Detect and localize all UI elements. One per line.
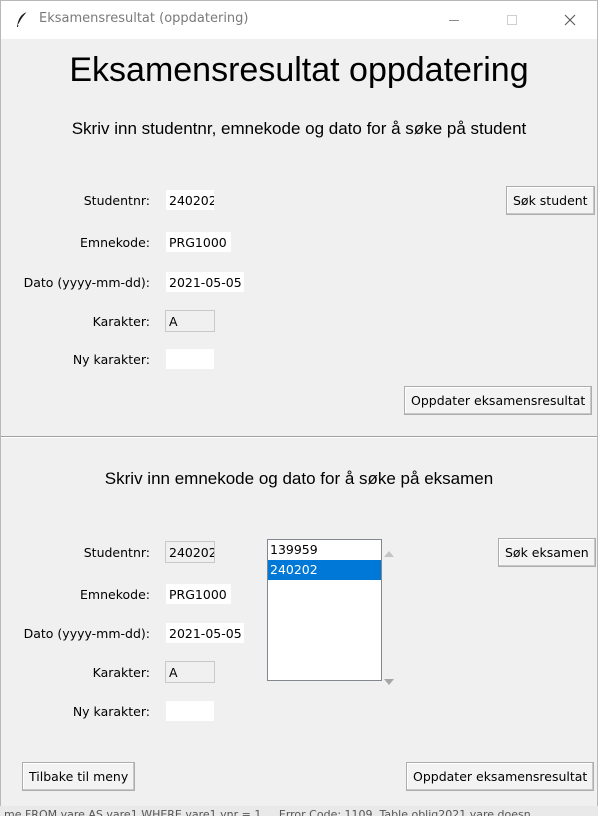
update-exam-result-button[interactable]: Oppdater eksamensresultat [406, 762, 595, 791]
emnekode-input[interactable]: PRG1000 [165, 231, 232, 253]
maximize-button[interactable] [489, 1, 535, 39]
listbox-scrollbar[interactable] [382, 539, 396, 685]
exam-ny-karakter-label: Ny karakter: [72, 704, 150, 719]
scroll-up-icon[interactable] [384, 543, 394, 557]
section-divider [1, 436, 597, 438]
app-window: Eksamensresultat (oppdatering) Eksamensr… [0, 0, 598, 816]
window-title: Eksamensresultat (oppdatering) [39, 11, 249, 26]
close-button[interactable] [547, 1, 593, 39]
exam-karakter-field: A [165, 661, 215, 683]
minimize-button[interactable] [431, 1, 477, 39]
close-icon [564, 11, 576, 30]
dato-label: Dato (yyyy-mm-dd): [23, 275, 150, 290]
list-item-selected[interactable]: 240202 [268, 560, 381, 580]
studentnr-label: Studentnr: [83, 193, 150, 208]
update-result-button[interactable]: Oppdater eksamensresultat [404, 386, 593, 415]
student-search-instructions: Skriv inn studentnr, emnekode og dato fo… [71, 119, 527, 138]
back-to-menu-button[interactable]: Tilbake til meny [22, 762, 136, 791]
scroll-down-icon[interactable] [384, 671, 394, 685]
search-exam-button[interactable]: Søk eksamen [498, 538, 596, 567]
exam-dato-label: Dato (yyyy-mm-dd): [23, 626, 150, 641]
exam-ny-karakter-input[interactable] [165, 700, 215, 722]
dato-input[interactable]: 2021-05-05 [165, 271, 245, 293]
list-item[interactable]: 139959 [268, 540, 381, 560]
studentnr-input[interactable]: 240202 [165, 189, 215, 211]
search-student-button[interactable]: Søk student [506, 186, 595, 215]
title-bar[interactable]: Eksamensresultat (oppdatering) [1, 1, 597, 39]
ny-karakter-label: Ny karakter: [72, 352, 150, 367]
exam-dato-input[interactable]: 2021-05-05 [165, 622, 245, 644]
feather-icon [15, 11, 29, 29]
karakter-field: A [165, 310, 215, 332]
exam-karakter-label: Karakter: [92, 665, 150, 680]
exam-search-instructions: Skriv inn emnekode og dato for å søke på… [104, 469, 494, 488]
minimize-icon [448, 11, 460, 30]
exam-studentnr-field: 240202 [165, 541, 215, 563]
exam-studentnr-label: Studentnr: [83, 545, 150, 560]
exam-emnekode-input[interactable]: PRG1000 [165, 583, 232, 605]
karakter-label: Karakter: [92, 314, 150, 329]
page-title: Eksamensresultat oppdatering [69, 51, 529, 89]
background-window-text: me FROM vare AS vare1 WHERE vare1.vnr = … [0, 806, 598, 816]
student-listbox[interactable]: 139959 240202 [267, 539, 382, 681]
emnekode-label: Emnekode: [80, 235, 150, 250]
maximize-icon [506, 11, 518, 30]
ny-karakter-input[interactable] [165, 348, 215, 370]
exam-emnekode-label: Emnekode: [80, 587, 150, 602]
